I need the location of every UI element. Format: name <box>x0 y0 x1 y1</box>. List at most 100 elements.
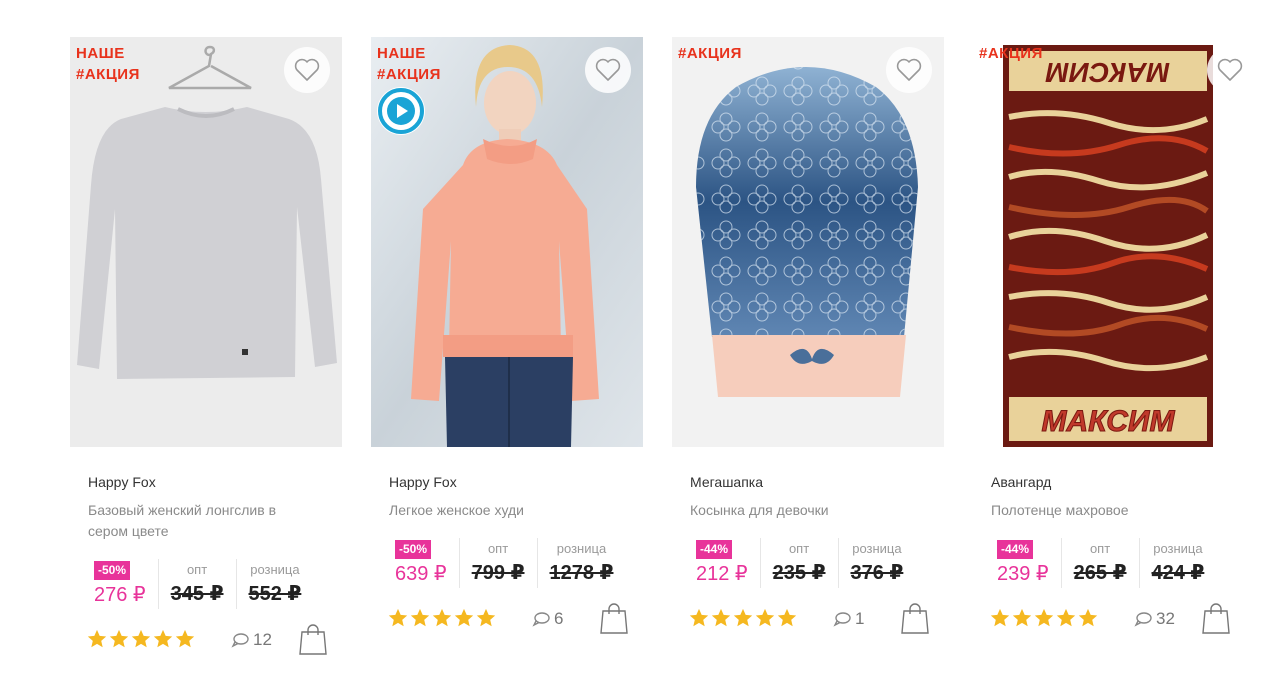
wholesale-label: опт <box>788 541 810 556</box>
product-image[interactable]: НАШЕ #АКЦИЯ <box>371 37 643 447</box>
product-card[interactable]: МАКСИМ МАКСИМ #АКЦИЯ Авангард Полотенце … <box>973 37 1245 677</box>
comments-count: 32 <box>1156 609 1175 628</box>
star-icon[interactable] <box>710 607 732 629</box>
heart-icon <box>1217 58 1243 81</box>
favorite-button[interactable] <box>886 47 932 93</box>
comment-icon <box>833 612 851 627</box>
wholesale-price-column: опт 265 ₽ <box>1060 538 1139 588</box>
product-card[interactable]: НАШЕ #АКЦИЯ Happy Fox Легкое женское худ… <box>371 37 643 677</box>
shopping-bag-icon[interactable] <box>900 601 930 635</box>
shopping-bag-icon[interactable] <box>298 622 328 656</box>
star-icon[interactable] <box>1033 607 1055 629</box>
wholesale-price: 345 ₽ <box>170 583 224 605</box>
comments-count: 6 <box>554 609 564 628</box>
star-icon[interactable] <box>1055 607 1077 629</box>
comments-link[interactable]: 32 <box>1134 609 1175 629</box>
star-icon[interactable] <box>409 607 431 629</box>
star-icon[interactable] <box>688 607 710 629</box>
star-icon[interactable] <box>152 628 174 650</box>
star-icon[interactable] <box>431 607 453 629</box>
product-title[interactable]: Косынка для девочки <box>690 500 920 521</box>
rating-stars[interactable] <box>989 607 1099 629</box>
play-icon <box>378 88 424 134</box>
rating-stars[interactable] <box>688 607 798 629</box>
towel-logo-bottom: МАКСИМ <box>1042 405 1176 438</box>
star-icon[interactable] <box>174 628 196 650</box>
product-brand[interactable]: Мегашапка <box>690 474 763 490</box>
star-icon[interactable] <box>1011 607 1033 629</box>
favorite-button[interactable] <box>1207 47 1245 93</box>
comments-count: 1 <box>855 609 865 628</box>
rating-stars[interactable] <box>86 628 196 650</box>
current-price-column: -44% 212 ₽ <box>684 538 760 588</box>
promo-badge: #АКЦИЯ <box>979 45 1043 62</box>
comment-icon <box>231 633 249 648</box>
wholesale-label: опт <box>1089 541 1111 556</box>
product-meta: 32 <box>989 603 1233 637</box>
retail-price-column: розница 1278 ₽ <box>536 538 626 588</box>
product-card[interactable]: #АКЦИЯ Мегашапка Косынка для девочки -44… <box>672 37 944 677</box>
product-title[interactable]: Полотенце махровое <box>991 500 1221 521</box>
current-price-column: -50% 276 ₽ <box>82 559 158 609</box>
heart-icon <box>896 58 922 81</box>
longsleeve-illustration <box>70 37 342 447</box>
product-brand[interactable]: Happy Fox <box>389 474 457 490</box>
video-play-button[interactable] <box>377 87 425 135</box>
price-block: -50% 276 ₽ опт 345 ₽ розница 552 ₽ <box>82 559 313 609</box>
star-icon[interactable] <box>989 607 1011 629</box>
product-brand[interactable]: Авангард <box>991 474 1051 490</box>
star-icon[interactable] <box>387 607 409 629</box>
star-icon[interactable] <box>754 607 776 629</box>
star-icon[interactable] <box>86 628 108 650</box>
star-icon[interactable] <box>108 628 130 650</box>
discount-badge: -50% <box>94 561 131 580</box>
star-icon[interactable] <box>732 607 754 629</box>
product-grid: НАШЕ #АКЦИЯ Happy Fox Базовый женский ло… <box>0 0 1280 693</box>
product-card[interactable]: НАШЕ #АКЦИЯ Happy Fox Базовый женский ло… <box>70 37 342 677</box>
product-meta: 12 <box>86 624 330 658</box>
comments-link[interactable]: 6 <box>532 609 563 629</box>
wholesale-price-column: опт 345 ₽ <box>157 559 236 609</box>
favorite-button[interactable] <box>284 47 330 93</box>
current-price: 639 ₽ <box>395 563 447 585</box>
star-icon[interactable] <box>1077 607 1099 629</box>
comment-icon <box>532 612 550 627</box>
discount-badge: -44% <box>696 540 733 559</box>
shopping-bag-icon[interactable] <box>1201 601 1231 635</box>
comments-link[interactable]: 1 <box>833 609 864 629</box>
comment-icon <box>1134 612 1152 627</box>
product-meta: 6 <box>387 603 631 637</box>
product-title[interactable]: Базовый женский лонгслив в сером цвете <box>88 500 318 542</box>
comments-link[interactable]: 12 <box>231 630 272 650</box>
price-block: -50% 639 ₽ опт 799 ₽ розница 1278 ₽ <box>383 538 625 588</box>
current-price: 212 ₽ <box>696 563 748 585</box>
favorite-button[interactable] <box>585 47 631 93</box>
retail-label: розница <box>852 541 902 556</box>
wholesale-price: 235 ₽ <box>772 562 826 584</box>
retail-price: 376 ₽ <box>850 562 904 584</box>
retail-price: 1278 ₽ <box>549 562 614 584</box>
star-icon[interactable] <box>776 607 798 629</box>
product-image[interactable]: #АКЦИЯ <box>672 37 944 447</box>
star-icon[interactable] <box>130 628 152 650</box>
wholesale-label: опт <box>487 541 509 556</box>
star-icon[interactable] <box>475 607 497 629</box>
shopping-bag-icon[interactable] <box>599 601 629 635</box>
promo-badge: НАШЕ #АКЦИЯ <box>76 45 140 83</box>
product-image[interactable]: МАКСИМ МАКСИМ #АКЦИЯ <box>973 37 1245 447</box>
retail-price-column: розница 552 ₽ <box>235 559 314 609</box>
product-image[interactable]: НАШЕ #АКЦИЯ <box>70 37 342 447</box>
retail-label: розница <box>556 541 607 556</box>
product-title[interactable]: Легкое женское худи <box>389 500 619 521</box>
rating-stars[interactable] <box>387 607 497 629</box>
discount-badge: -50% <box>395 540 432 559</box>
towel-illustration: МАКСИМ МАКСИМ <box>973 37 1245 447</box>
price-block: -44% 212 ₽ опт 235 ₽ розница 376 ₽ <box>684 538 915 588</box>
retail-label: розница <box>1153 541 1203 556</box>
retail-price-column: розница 376 ₽ <box>837 538 916 588</box>
product-brand[interactable]: Happy Fox <box>88 474 156 490</box>
retail-price: 552 ₽ <box>248 583 302 605</box>
current-price: 276 ₽ <box>94 584 146 606</box>
star-icon[interactable] <box>453 607 475 629</box>
towel-logo-top: МАКСИМ <box>1045 57 1170 88</box>
